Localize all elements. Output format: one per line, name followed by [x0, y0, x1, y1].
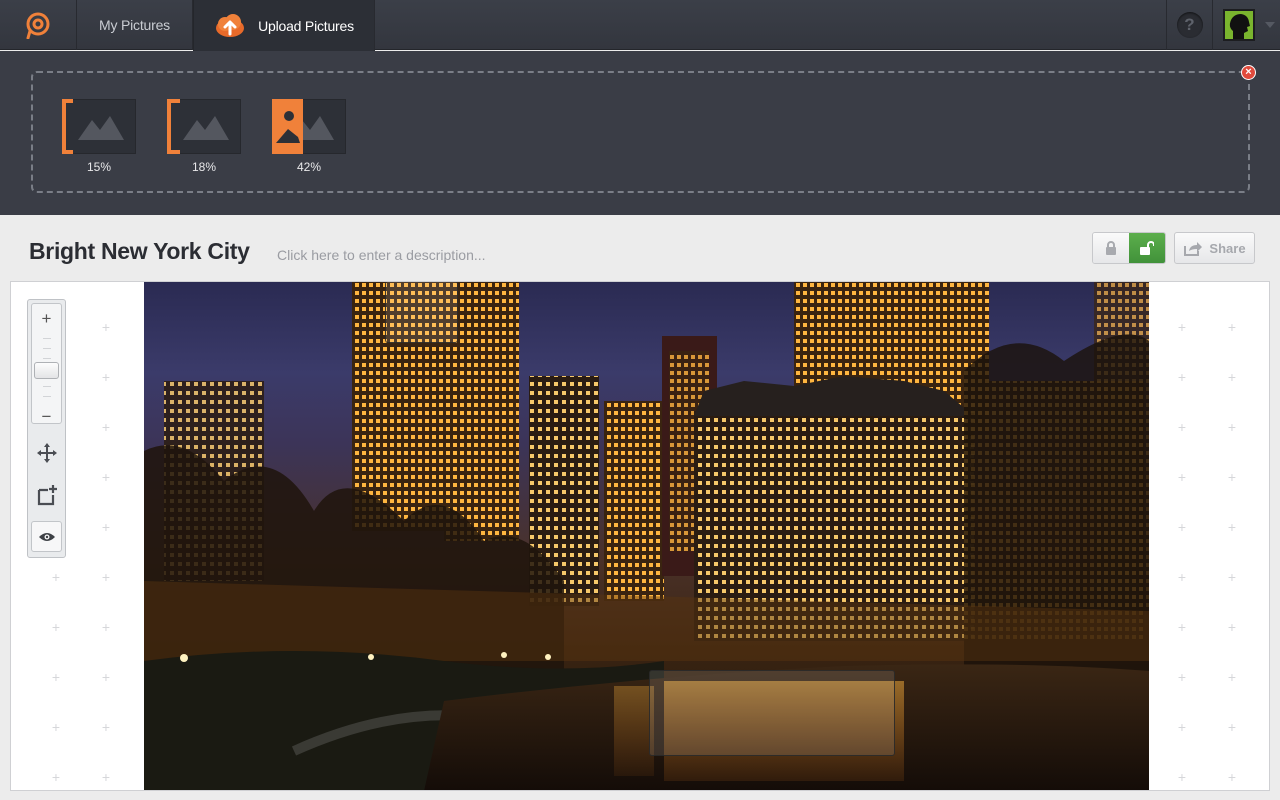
share-icon: [1184, 241, 1203, 256]
description-field[interactable]: Click here to enter a description...: [277, 247, 486, 263]
upload-percent: 18%: [191, 160, 217, 174]
face-region[interactable]: [385, 282, 458, 343]
tool-palette: + −: [27, 299, 66, 558]
image-placeholder-icon: [170, 99, 241, 154]
camera-p-logo-icon: [26, 12, 50, 39]
tab-upload-pictures[interactable]: Upload Pictures: [193, 0, 375, 51]
move-icon: [36, 442, 57, 463]
unlock-icon: [1140, 241, 1154, 255]
zoom-tick: [43, 396, 51, 397]
eye-icon: [38, 532, 55, 541]
app-logo[interactable]: [0, 0, 77, 50]
upload-item[interactable]: 18%: [167, 99, 241, 174]
tab-upload-pictures-label: Upload Pictures: [258, 17, 354, 34]
chevron-down-icon: [1265, 22, 1275, 28]
lock-icon: [1106, 241, 1116, 255]
zoom-tick: [43, 358, 51, 359]
upload-progress-bar: [167, 99, 181, 154]
picture-header: Bright New York City Click here to enter…: [0, 215, 1280, 281]
upload-progress-bar: [272, 99, 304, 154]
share-label: Share: [1209, 240, 1246, 256]
add-frame-icon: [37, 484, 57, 505]
page-title[interactable]: Bright New York City: [29, 238, 250, 265]
upload-progress-bar: [62, 99, 74, 154]
face-region[interactable]: [649, 670, 895, 756]
upload-item[interactable]: 42%: [272, 99, 346, 174]
tab-my-pictures-label: My Pictures: [99, 17, 170, 33]
zoom-slider[interactable]: + −: [31, 303, 62, 426]
avatar: [1223, 9, 1255, 41]
zoom-in-button[interactable]: +: [32, 308, 61, 330]
lock-button[interactable]: [1093, 233, 1129, 263]
picture-canvas[interactable]: + + + + + + + + + + + + + + + + + + + + + + + + + + +…: [10, 281, 1270, 791]
tab-my-pictures[interactable]: My Pictures: [77, 0, 193, 50]
share-button[interactable]: Share: [1174, 232, 1255, 264]
top-nav: My Pictures Upload Pictures ?: [0, 0, 1280, 51]
zoom-handle[interactable]: [34, 362, 59, 379]
privacy-toggle: [1092, 232, 1166, 264]
image-placeholder-icon: [65, 99, 136, 154]
zoom-tick: [43, 348, 51, 349]
city-night-photo[interactable]: [144, 282, 1149, 790]
help-button[interactable]: ?: [1166, 0, 1212, 50]
add-frame-button[interactable]: [31, 479, 62, 510]
upload-tray: × 15% 18% 42%: [0, 51, 1280, 215]
help-icon: ?: [1176, 12, 1203, 38]
zoom-tick: [43, 338, 51, 339]
zoom-out-button[interactable]: −: [32, 406, 61, 428]
preview-toggle[interactable]: [31, 521, 62, 552]
close-icon[interactable]: ×: [1241, 65, 1256, 80]
user-menu[interactable]: [1212, 0, 1280, 50]
upload-percent: 15%: [86, 160, 112, 174]
upload-percent: 42%: [296, 160, 322, 174]
cloud-upload-icon: [214, 13, 246, 39]
zoom-tick: [43, 386, 51, 387]
upload-item[interactable]: 15%: [62, 99, 136, 174]
unlock-button[interactable]: [1129, 233, 1165, 263]
move-button[interactable]: [31, 437, 62, 468]
